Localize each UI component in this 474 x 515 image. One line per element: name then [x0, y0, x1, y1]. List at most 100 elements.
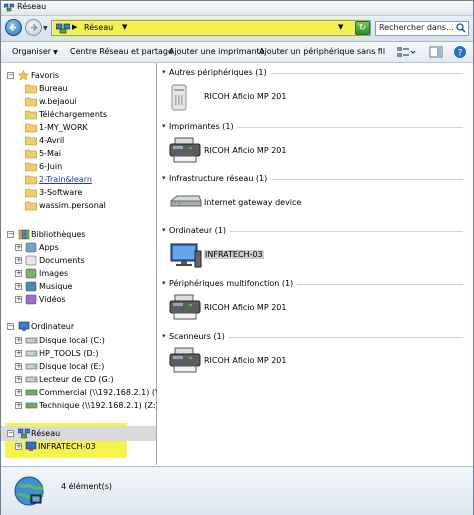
group-header[interactable]: ▾ Autres périphériques (1) [159, 68, 471, 78]
address-row: ▼ ▶ Réseau ▼ ▼ ↻ Rechercher dans... [1, 16, 473, 42]
collapse-icon[interactable]: − [7, 430, 14, 437]
address-bar[interactable]: ▶ Réseau ▼ ▼ [51, 20, 371, 36]
collapse-icon[interactable]: − [7, 231, 14, 238]
group-title: Imprimantes (1) [169, 122, 234, 131]
folder-icon [25, 123, 37, 133]
hard-drive-icon [25, 337, 38, 344]
device-label: INFRATECH-03 [204, 250, 264, 259]
device-item[interactable]: RICOH Aficio MP 201 [169, 294, 389, 324]
expand-icon[interactable]: + [15, 337, 22, 344]
images-icon [25, 268, 37, 279]
chevron-down-icon[interactable]: ▾ [162, 68, 166, 76]
chevron-down-icon[interactable]: ▾ [162, 226, 166, 234]
group-title: Ordinateur (1) [169, 226, 227, 235]
window-title: Réseau [17, 2, 47, 11]
view-options-icon[interactable] [396, 45, 416, 59]
library-icon [18, 229, 30, 240]
chevron-down-icon[interactable]: ▾ [162, 122, 166, 130]
device-item[interactable]: RICOH Aficio MP 201 [169, 83, 389, 113]
expand-icon[interactable]: + [15, 244, 22, 251]
tree-label: INFRATECH-03 [38, 442, 96, 451]
help-icon[interactable]: ? [453, 45, 467, 59]
search-placeholder: Rechercher dans... [379, 23, 454, 32]
search-icon[interactable] [456, 23, 466, 33]
collapse-icon[interactable]: − [7, 72, 14, 79]
history-dropdown-icon[interactable]: ▼ [43, 25, 48, 32]
tree-label: w.bejaoui [39, 97, 77, 106]
organize-label: Organiser [12, 47, 52, 56]
tree-label: Favoris [31, 71, 60, 80]
organize-button[interactable]: Organiser ▼ [12, 47, 58, 56]
expand-icon[interactable]: + [15, 270, 22, 277]
add-wireless-device-button[interactable]: Ajouter un périphérique sans fil [259, 47, 385, 56]
expand-icon[interactable]: + [15, 283, 22, 290]
forward-button[interactable] [25, 19, 42, 36]
breadcrumb-separator-icon[interactable]: ▶ [72, 23, 77, 31]
group-header[interactable]: ▾ Scanneurs (1) [159, 332, 471, 342]
group-divider [271, 179, 463, 180]
device-item[interactable]: RICOH Aficio MP 201 [169, 137, 389, 167]
navigation-pane: − Favoris Bureau w.bejaoui Téléchargements… [1, 63, 165, 465]
tree-label: Apps [39, 243, 59, 252]
group-header[interactable]: ▾ Infrastructure réseau (1) [159, 174, 471, 184]
expand-icon[interactable]: + [15, 363, 22, 370]
tree-label: 3-Software [39, 188, 83, 197]
search-input[interactable]: Rechercher dans... [375, 21, 469, 36]
tree-label: Ordinateur [31, 322, 75, 331]
expand-icon[interactable]: + [15, 389, 22, 396]
chevron-down-icon: ▼ [53, 49, 58, 56]
address-dropdown-icon[interactable]: ▼ [338, 23, 343, 31]
expand-icon[interactable]: + [15, 402, 22, 409]
group-title: Autres périphériques (1) [169, 68, 267, 77]
network-icon [4, 3, 14, 12]
explorer-window: Réseau ▼ ▶ Réseau ▼ ▼ ↻ Rechercher dans.… [0, 0, 474, 515]
device-label: RICOH Aficio MP 201 [204, 146, 287, 155]
group-header[interactable]: ▾ Imprimantes (1) [159, 122, 471, 132]
group-divider [297, 284, 463, 285]
printer-icon [169, 347, 201, 373]
expand-icon[interactable]: + [15, 350, 22, 357]
back-button[interactable] [5, 19, 22, 36]
group-header[interactable]: ▾ Périphériques multifonction (1) [159, 279, 471, 289]
chevron-down-icon[interactable]: ▾ [162, 332, 166, 340]
network-drive-icon [25, 402, 38, 409]
expand-icon[interactable]: + [15, 443, 22, 450]
details-pane: 4 élément(s) [1, 466, 473, 515]
expand-icon[interactable]: + [15, 257, 22, 264]
title-bar: Réseau [1, 1, 473, 16]
folder-icon [25, 162, 37, 172]
chevron-down-icon[interactable]: ▾ [162, 279, 166, 287]
item-count: 4 élément(s) [61, 482, 113, 491]
network-center-button[interactable]: Centre Réseau et partage [70, 47, 173, 56]
tree-label: 1-MY_WORK [39, 123, 88, 132]
svg-text:?: ? [458, 49, 463, 59]
device-item[interactable]: Internet gateway device [169, 189, 389, 219]
tree-label: HP_TOOLS (D:) [39, 349, 99, 358]
computer-icon [25, 441, 37, 451]
chevron-down-icon[interactable]: ▾ [162, 174, 166, 182]
tree-label: Documents [39, 256, 85, 265]
folder-icon [25, 188, 37, 198]
tree-label: Images [39, 269, 69, 278]
folder-icon [25, 201, 37, 211]
network-globe-icon [14, 476, 44, 506]
tree-label: Bibliothèques [31, 230, 86, 239]
tree-label: Disque local (E:) [39, 362, 105, 371]
group-header[interactable]: ▾ Ordinateur (1) [159, 226, 471, 236]
collapse-icon[interactable]: − [7, 323, 14, 330]
device-item[interactable]: INFRATECH-03 [169, 241, 389, 271]
hard-drive-icon [25, 350, 38, 357]
group-divider [271, 73, 463, 74]
breadcrumb-reseau[interactable]: Réseau [84, 23, 113, 32]
computer-icon [18, 321, 30, 331]
tree-label: Vidéos [39, 295, 66, 304]
group-divider [238, 127, 463, 128]
device-label: RICOH Aficio MP 201 [204, 303, 287, 312]
expand-icon[interactable]: + [15, 296, 22, 303]
breadcrumb-separator-icon[interactable]: ▼ [122, 23, 127, 31]
expand-icon[interactable]: + [15, 376, 22, 383]
refresh-button[interactable]: ↻ [355, 21, 370, 35]
preview-pane-icon[interactable] [429, 45, 443, 59]
add-printer-button[interactable]: Ajouter une imprimante [169, 47, 265, 56]
device-item[interactable]: RICOH Aficio MP 201 [169, 347, 389, 377]
